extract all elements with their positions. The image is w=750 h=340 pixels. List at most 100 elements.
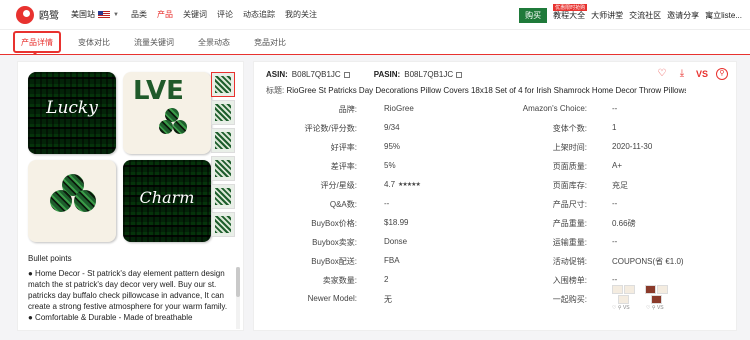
title-text[interactable]: RioGree St Patricks Day Decorations Pill… (286, 86, 686, 95)
title-label: 标题: (266, 86, 285, 95)
scrollbar-thumb[interactable] (236, 267, 240, 297)
download-icon[interactable]: ⤓ (676, 68, 688, 80)
attribute-label: 运输重量: (552, 238, 587, 247)
pillow-text-lucky: Lucky (46, 98, 98, 118)
bullets-scrollbar[interactable] (236, 267, 240, 329)
thumbnail-image[interactable] (211, 156, 235, 181)
promo-badge: 优惠限时抢购 (553, 3, 588, 11)
attribute-value: 0.66磅 (612, 219, 636, 228)
logo-icon[interactable] (16, 5, 34, 24)
bullet-points-title: Bullet points (28, 254, 72, 263)
asin-row: ASIN: B08L7QB1JC PASIN: B08L7QB1JC (266, 70, 463, 79)
nav-item-tracking[interactable]: 动态追踪 (243, 9, 275, 20)
product-tabs: 产品详情 变体对比 流量关键词 全景动态 竞品对比 (0, 30, 750, 55)
attribute-label: 入围榜单: (552, 276, 587, 285)
heart-icon[interactable]: ♡ (646, 305, 650, 311)
invite-link[interactable]: 邀请分享 (667, 10, 699, 21)
vs-label[interactable]: VS (657, 305, 664, 311)
bought-together-thumb[interactable] (657, 285, 668, 294)
nav-item-category[interactable]: 品类 (131, 9, 147, 20)
attribute-value: A+ (612, 161, 623, 170)
nav-item-review[interactable]: 评论 (217, 9, 233, 20)
link-icon[interactable]: ⚲ (618, 305, 622, 311)
link-icon[interactable]: ⚲ (716, 68, 728, 80)
nav-item-follow[interactable]: 我的关注 (285, 9, 317, 20)
vs-icon[interactable]: VS (696, 68, 708, 80)
attribute-row: 产品重量: 0.66磅 (254, 218, 738, 230)
site-label: 美国站 (71, 10, 95, 19)
tab-variant-compare[interactable]: 变体对比 (71, 30, 117, 55)
pasin-label: PASIN: (373, 70, 401, 79)
attribute-value: -- (612, 104, 618, 113)
attribute-value: COUPONS(省 €1.0) (612, 257, 684, 266)
pillow-shamrock (28, 160, 116, 242)
bought-together-thumb[interactable] (651, 295, 662, 304)
bought-together-thumb[interactable] (612, 285, 623, 294)
product-info-card: ASIN: B08L7QB1JC PASIN: B08L7QB1JC 标题: Rio… (253, 61, 737, 331)
copy-icon[interactable] (456, 71, 463, 78)
thumbnail-strip (211, 72, 235, 240)
attribute-label: 上架时间: (552, 143, 587, 152)
nav-item-keyword[interactable]: 关键词 (183, 9, 207, 20)
bought-together-actions: ♡ ⚲ VS (612, 305, 630, 311)
bullet-points-text: ● Home Decor - St patrick's day element … (28, 268, 243, 323)
attribute-row: Amazon's Choice: -- (254, 104, 738, 116)
vs-label[interactable]: VS (623, 305, 630, 311)
thumbnail-image[interactable] (211, 128, 235, 153)
pillow-love: LVE (123, 72, 211, 154)
bullet-item: ● Comfortable & Durable - Made of breath… (28, 313, 193, 322)
tab-panorama[interactable]: 全景动态 (191, 30, 237, 55)
attribute-row: 页面质量: A+ (254, 161, 738, 173)
thumbnail-image[interactable] (211, 184, 235, 209)
bought-together-thumb[interactable] (645, 285, 656, 294)
main-nav: 品类 产品 关键词 评论 动态追踪 我的关注 (131, 9, 317, 20)
tab-competitor-compare[interactable]: 竞品对比 (247, 30, 293, 55)
attribute-row: 产品尺寸: -- (254, 199, 738, 211)
tutorial-label: 教程大全 (553, 10, 586, 20)
attribute-value: -- (612, 275, 618, 284)
copy-icon[interactable] (343, 71, 350, 78)
active-tab-indicator (31, 51, 39, 55)
tab-product-detail[interactable]: 产品详情 (13, 31, 61, 53)
tutorial-link[interactable]: 优惠限时抢购 教程大全 (553, 3, 588, 21)
pasin-value: B08L7QB1JC (404, 70, 454, 79)
attribute-row: 页面库存: 充足 (254, 180, 738, 192)
top-navbar: 鸥鹭 美国站 ▼ 品类 产品 关键词 评论 动态追踪 我的关注 购买 优惠限时抢… (0, 0, 750, 30)
attribute-value: 充足 (612, 181, 628, 190)
bought-together-thumb[interactable] (618, 295, 629, 304)
heart-icon[interactable]: ♡ (656, 68, 668, 80)
master-class-link[interactable]: 大师讲堂 (591, 10, 623, 21)
attribute-label: 变体个数: (552, 124, 587, 133)
pillow-charm: Charm (123, 160, 211, 242)
asin-label: ASIN: (266, 70, 288, 79)
attribute-label: 页面质量: (552, 162, 587, 171)
heart-icon[interactable]: ♡ (612, 305, 616, 311)
thumbnail-image[interactable] (211, 100, 235, 125)
attribute-label: 产品重量: (552, 219, 587, 228)
thumbnail-image[interactable] (211, 72, 235, 97)
main-product-image[interactable]: Lucky LVE Charm (28, 72, 213, 242)
thumbnail-image[interactable] (211, 212, 235, 237)
buy-button[interactable]: 购买 (519, 7, 548, 23)
shamrock-icon (159, 108, 193, 142)
nav-item-product[interactable]: 产品 (157, 9, 173, 20)
attribute-row: 活动促销: COUPONS(省 €1.0) (254, 256, 738, 268)
attribute-value: 1 (612, 123, 617, 132)
attribute-label: 一起购买: (552, 295, 587, 304)
bought-together-actions: ♡ ⚲ VS (646, 305, 664, 311)
pillow-text-charm: Charm (139, 188, 195, 207)
us-flag-icon (98, 10, 110, 19)
attribute-label: Amazon's Choice: (522, 104, 587, 113)
tab-traffic-keywords[interactable]: 流量关键词 (127, 30, 181, 55)
site-selector[interactable]: 美国站 ▼ (71, 9, 119, 20)
brand-name: 鸥鹭 (39, 11, 59, 22)
bought-together-images: ♡ ⚲ VS ♡ ⚲ VS (612, 285, 692, 311)
link-icon[interactable]: ⚲ (652, 305, 656, 311)
community-link[interactable]: 交流社区 (629, 10, 661, 21)
user-menu[interactable]: 寓立liste... (705, 10, 742, 21)
attribute-row: 运输重量: -- (254, 237, 738, 249)
product-actions: ♡ ⤓ VS ⚲ (656, 68, 728, 80)
bought-together-thumb[interactable] (624, 285, 635, 294)
attribute-label: 页面库存: (552, 181, 587, 190)
attribute-value: 2020-11-30 (612, 142, 653, 151)
